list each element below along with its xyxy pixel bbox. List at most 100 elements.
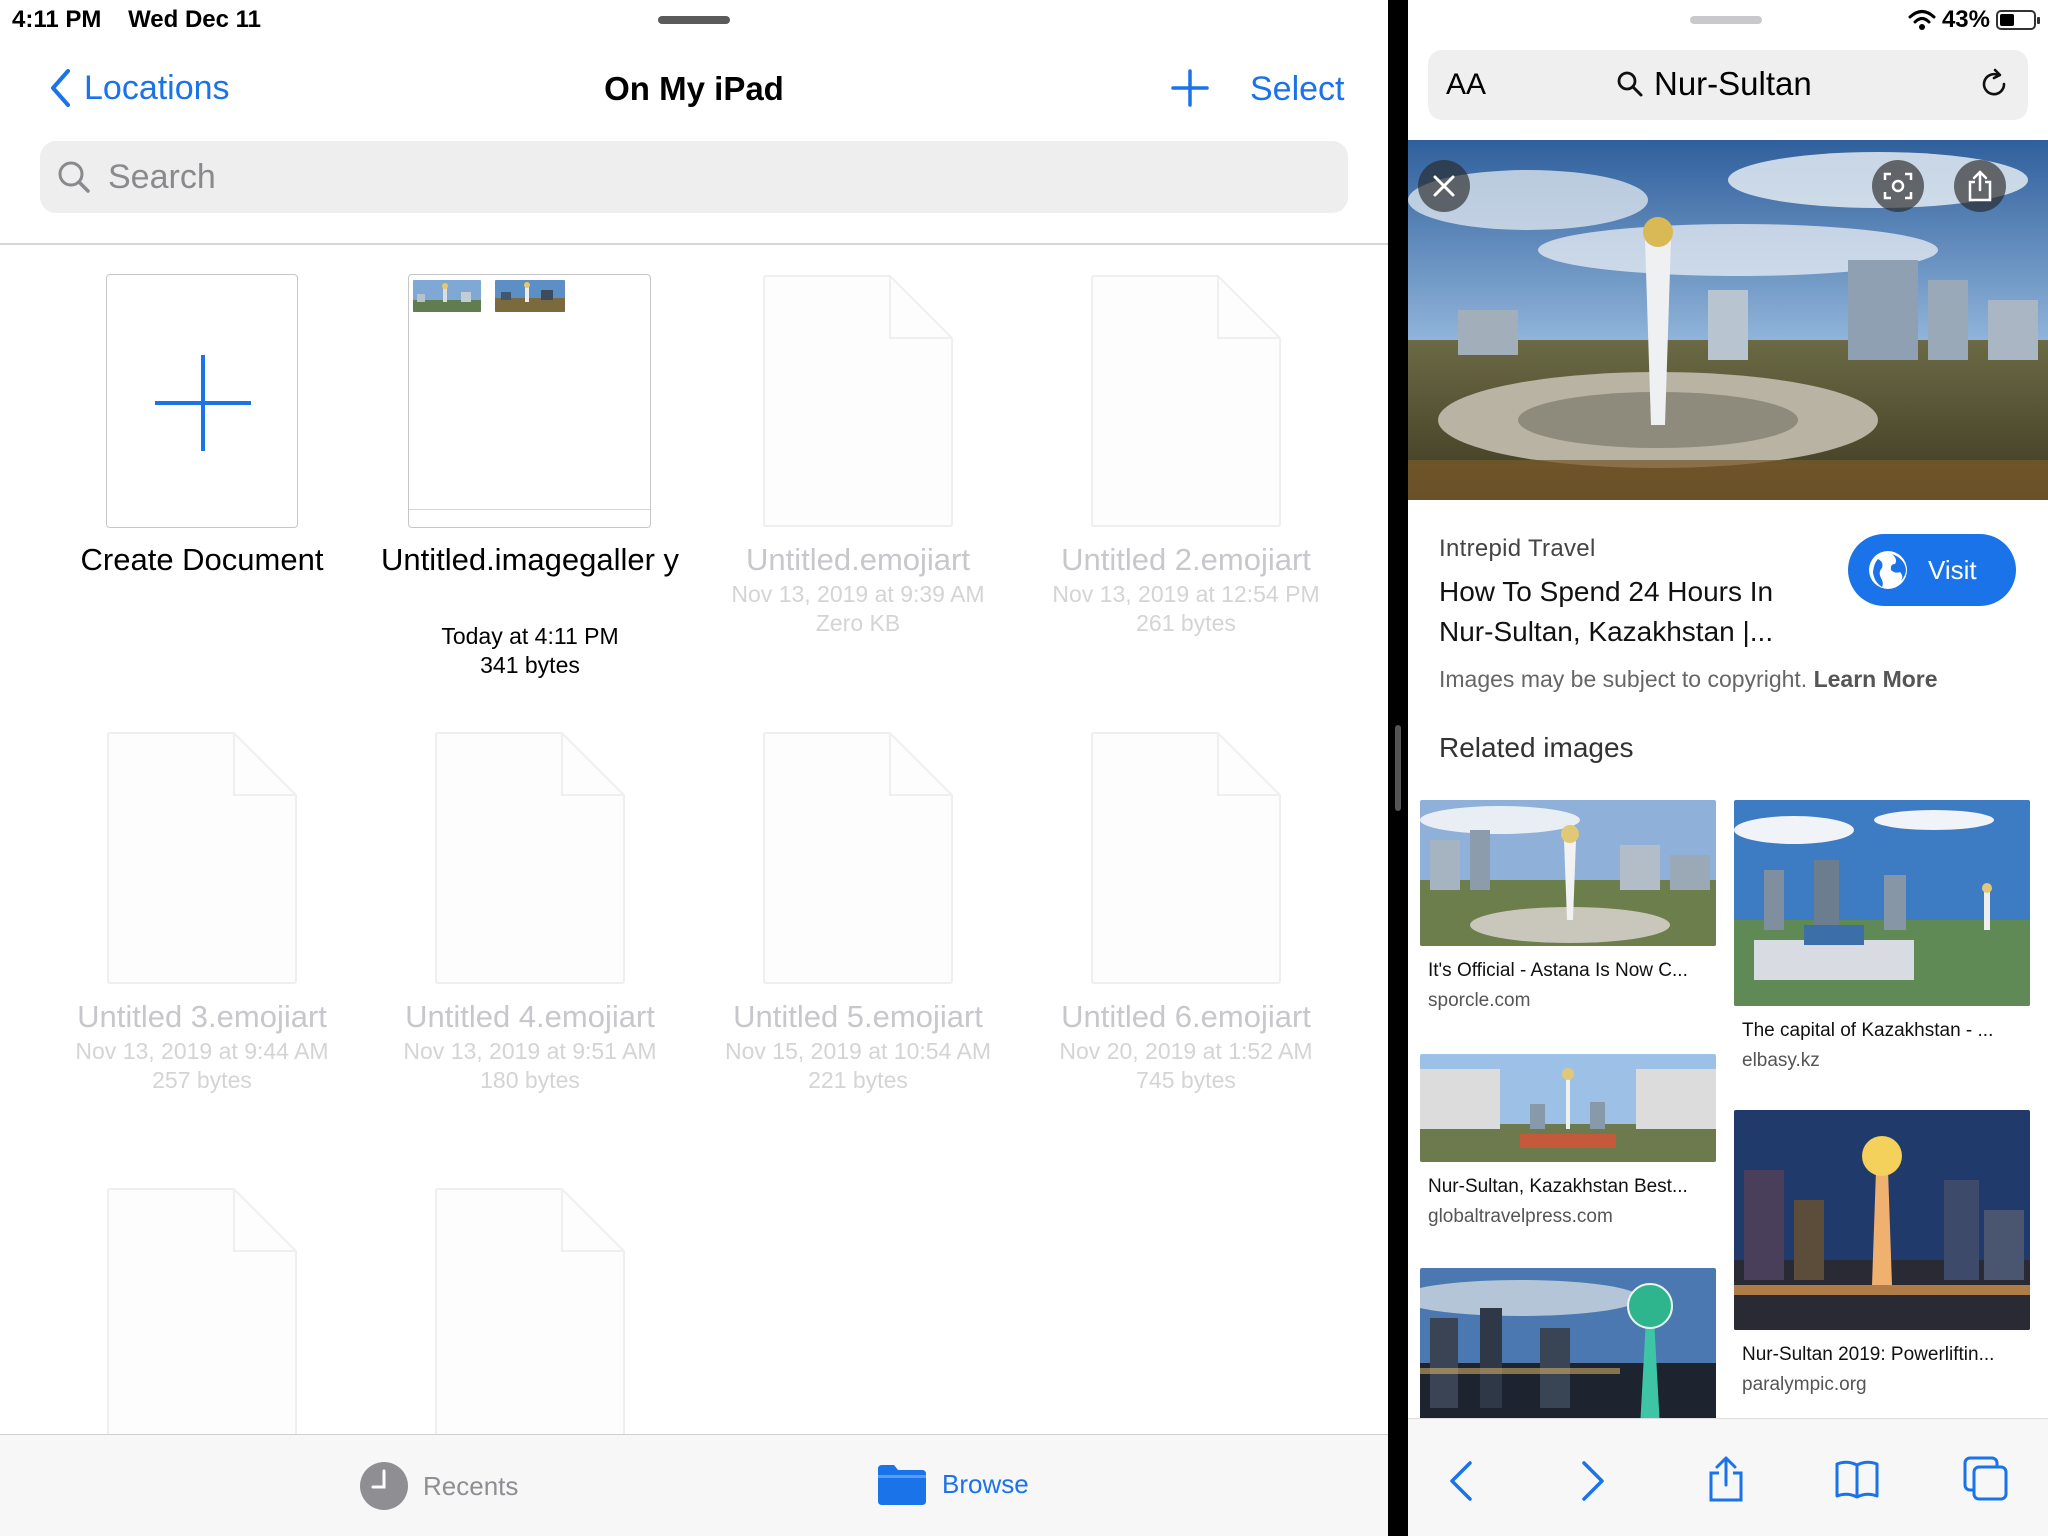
url-field[interactable]: Nur-Sultan <box>1616 65 1812 103</box>
copyright-notice: Images may be subject to copyright. Lear… <box>1439 666 1938 693</box>
related-images-heading: Related images <box>1439 732 1634 763</box>
file-thumbnail-imagegallery[interactable] <box>408 274 651 528</box>
related-image-caption: Nur-Sultan, Kazakhstan Best... <box>1428 1176 1688 1197</box>
document-thumbnail[interactable] <box>106 1187 298 1446</box>
related-image-card[interactable]: Nur-Sultan, Kazakhstan Best... globaltra… <box>1420 1054 1716 1228</box>
file-size: 221 bytes <box>808 1067 908 1093</box>
file-size: Zero KB <box>815 610 901 636</box>
file-name: Untitled 4.emojiart <box>405 999 655 1034</box>
related-image-caption: Nur-Sultan 2019: Powerliftin... <box>1742 1344 1995 1365</box>
search-field[interactable] <box>40 141 1348 213</box>
share-icon <box>1968 170 1992 202</box>
file-size: 257 bytes <box>152 1067 252 1093</box>
tab-bar: Recents Browse <box>0 1434 1388 1536</box>
tab-browse-label: Browse <box>942 1468 1029 1499</box>
document-thumbnail[interactable] <box>1090 274 1282 533</box>
gallery-thumbnail-image-2 <box>495 280 565 312</box>
add-icon[interactable] <box>1170 68 1210 108</box>
navigation-bar: Locations On My iPad Select <box>0 60 1388 120</box>
related-image <box>1420 1268 1716 1428</box>
create-document-button[interactable] <box>106 274 298 528</box>
result-hero-image[interactable] <box>1408 140 2048 500</box>
status-time: 4:11 PM <box>12 6 102 33</box>
document-thumbnail[interactable] <box>434 1187 626 1446</box>
globe-icon <box>1869 551 1907 589</box>
file-name: Untitled 5.emojiart <box>733 999 983 1034</box>
related-image-domain: globaltravelpress.com <box>1428 1206 1613 1227</box>
related-image <box>1420 800 1716 946</box>
copyright-text: Images may be subject to copyright. <box>1439 666 1808 692</box>
file-name: Untitled 2.emojiart <box>1061 542 1311 577</box>
related-image-caption: The capital of Kazakhstan - ... <box>1742 1020 1994 1041</box>
address-bar[interactable]: AA Nur-Sultan <box>1428 50 2028 120</box>
forward-icon[interactable] <box>1580 1459 1606 1503</box>
visit-button[interactable]: Visit <box>1848 534 2016 606</box>
document-thumbnail[interactable] <box>762 274 954 533</box>
related-image-card[interactable]: It's Official - Astana Is Now C... sporc… <box>1420 800 1716 1012</box>
document-thumbnail[interactable] <box>434 731 626 990</box>
safari-pane: 43% AA Nur-Sultan Intrepid Travel How To… <box>1408 0 2048 1536</box>
visual-lookup-button[interactable] <box>1872 160 1924 212</box>
file-size: 180 bytes <box>480 1067 580 1093</box>
split-view-handle[interactable] <box>1395 725 1401 811</box>
file-date: Nov 13, 2019 at 9:51 AM <box>403 1038 657 1064</box>
back-icon[interactable] <box>1448 1459 1474 1503</box>
bookmarks-icon[interactable] <box>1834 1459 1880 1499</box>
related-image-domain: sporcle.com <box>1428 990 1531 1011</box>
file-size: 341 bytes <box>480 652 580 678</box>
file-date: Nov 15, 2019 at 10:54 AM <box>725 1038 991 1064</box>
reload-icon[interactable] <box>1976 66 2012 102</box>
text-size-button[interactable]: AA <box>1446 68 1486 102</box>
safari-toolbar <box>1408 1418 2048 1536</box>
file-size: 261 bytes <box>1136 610 1236 636</box>
files-app-pane: 4:11 PM Wed Dec 11 Locations On My iPad … <box>0 0 1388 1536</box>
related-image-card[interactable]: The capital of Kazakhstan - ... elbasy.k… <box>1734 800 2030 1072</box>
gallery-thumbnail-image-1 <box>413 280 481 312</box>
scan-icon <box>1883 172 1913 200</box>
select-button[interactable]: Select <box>1250 70 1345 109</box>
close-image-button[interactable] <box>1418 160 1470 212</box>
related-image-card[interactable] <box>1420 1268 1716 1428</box>
thumbnail-divider <box>409 509 650 510</box>
document-thumbnail[interactable] <box>106 731 298 990</box>
file-name: Create Document <box>80 542 324 577</box>
document-thumbnail[interactable] <box>1090 731 1282 990</box>
learn-more-link[interactable]: Learn More <box>1814 666 1938 692</box>
file-date: Nov 13, 2019 at 9:39 AM <box>731 581 985 607</box>
result-source: Intrepid Travel <box>1439 535 1596 562</box>
city-photo <box>1408 140 2048 500</box>
tab-recents-label: Recents <box>423 1470 519 1501</box>
tab-recents[interactable]: Recents <box>359 1461 518 1511</box>
back-button[interactable]: Locations <box>48 68 230 108</box>
search-input[interactable] <box>106 156 1306 198</box>
plus-icon <box>155 355 251 451</box>
related-image-card[interactable]: Nur-Sultan 2019: Powerliftin... paralymp… <box>1734 1110 2030 1396</box>
text-size-label: AA <box>1446 68 1487 101</box>
status-bar: 4:11 PM Wed Dec 11 <box>12 6 281 34</box>
related-image-domain: elbasy.kz <box>1742 1050 1820 1071</box>
header-divider <box>0 243 1388 245</box>
related-image <box>1734 800 2030 1006</box>
file-date: Nov 13, 2019 at 9:44 AM <box>75 1038 329 1064</box>
file-size: 745 bytes <box>1136 1067 1236 1093</box>
visit-button-label: Visit <box>1928 554 1977 585</box>
share-icon[interactable] <box>1706 1455 1746 1503</box>
tabs-icon[interactable] <box>1962 1455 2010 1503</box>
back-button-label: Locations <box>84 68 230 107</box>
file-name: Untitled 3.emojiart <box>77 999 327 1034</box>
share-image-button[interactable] <box>1954 160 2006 212</box>
multitasking-grabber[interactable] <box>1690 16 1762 24</box>
split-view-divider[interactable] <box>1388 0 1408 1536</box>
close-icon <box>1433 175 1455 197</box>
file-date: Nov 20, 2019 at 1:52 AM <box>1059 1038 1313 1064</box>
tab-browse[interactable]: Browse <box>876 1461 1029 1507</box>
search-icon <box>1617 71 1643 97</box>
folder-icon <box>878 1465 926 1505</box>
related-image-caption: It's Official - Astana Is Now C... <box>1428 960 1688 981</box>
multitasking-grabber[interactable] <box>658 16 730 24</box>
file-name: Untitled 6.emojiart <box>1061 999 1311 1034</box>
document-thumbnail[interactable] <box>762 731 954 990</box>
related-image-domain: paralympic.org <box>1742 1374 1867 1395</box>
battery-icon <box>1996 10 2040 30</box>
result-title[interactable]: How To Spend 24 Hours In Nur-Sultan, Kaz… <box>1439 572 1829 652</box>
